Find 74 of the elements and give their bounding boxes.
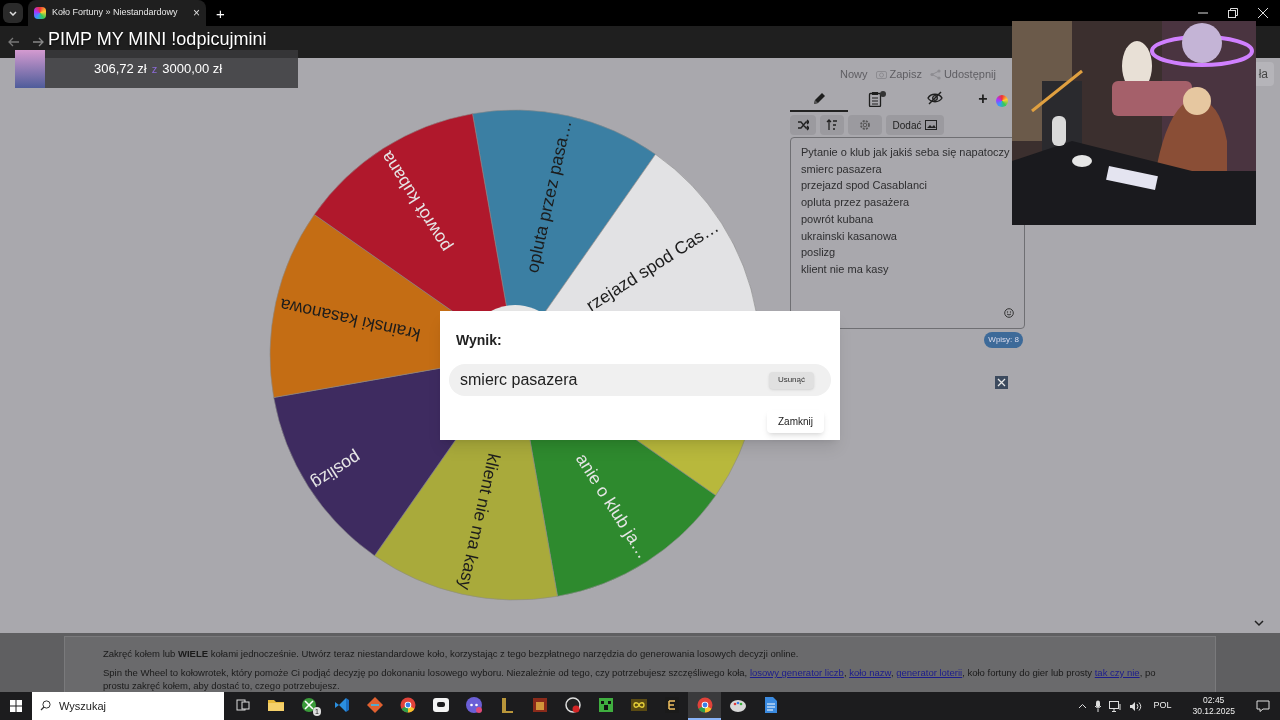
language-indicator[interactable]: POL xyxy=(1153,699,1172,713)
restore-icon[interactable] xyxy=(1228,8,1238,18)
back-icon[interactable] xyxy=(8,36,20,48)
dialog-title: Wynik: xyxy=(456,331,503,350)
editor-tab[interactable]: + xyxy=(972,90,994,112)
color-wheel-icon[interactable] xyxy=(996,95,1008,107)
entry-line: smierc pasazera xyxy=(801,161,883,177)
share-icon xyxy=(929,68,941,80)
search-field[interactable]: Wyszukaj xyxy=(32,692,224,720)
shuffle-icon xyxy=(797,119,809,131)
app-icon xyxy=(695,696,714,714)
notifications-icon[interactable] xyxy=(1256,700,1270,712)
entry-line: klient nie ma kasy xyxy=(801,261,890,277)
chevron-up-icon[interactable] xyxy=(1078,703,1088,709)
close-button[interactable]: Zamknij xyxy=(767,410,824,433)
stream-title: PIMP MY MINI !odpicujmini xyxy=(48,28,267,51)
close-icon[interactable] xyxy=(1258,8,1268,18)
wheel-label: klient nie ma kasy xyxy=(454,451,505,592)
goal-current-amount: 306,72 zł xyxy=(94,60,147,79)
camera-icon xyxy=(875,68,887,80)
app-icon xyxy=(596,696,615,714)
entry-line: przejazd spod Casablanci xyxy=(801,178,928,194)
new-tab-button[interactable]: + xyxy=(216,5,225,21)
app-icon xyxy=(299,696,318,714)
wheel-label: opluta przez pasa… xyxy=(522,118,576,275)
gear-icon xyxy=(859,119,871,131)
entry-line: ukrainski kasanowa xyxy=(801,228,898,244)
favicon-icon xyxy=(34,7,46,19)
entry-line: powrót kubana xyxy=(801,211,875,227)
tab-close-button[interactable]: × xyxy=(193,7,200,19)
entry-count-badge: Wpisy: 8 xyxy=(984,332,1023,348)
app-icon xyxy=(563,696,582,714)
app-icon xyxy=(431,696,450,714)
goal-separator: z xyxy=(151,61,158,77)
pencil-icon xyxy=(812,90,826,107)
toolbar-button[interactable]: Dodać xyxy=(886,115,944,135)
close-icon[interactable] xyxy=(995,376,1008,389)
toolbar-button[interactable] xyxy=(820,115,844,135)
eye-slash-icon xyxy=(927,90,943,107)
clock[interactable]: 02:45 30.12.2025 xyxy=(1192,695,1235,717)
entry-line: Pytanie o klub jak jakiś seba się napatoczy xyxy=(801,145,1011,160)
microphone-icon[interactable] xyxy=(1094,700,1103,712)
goal-bar xyxy=(15,50,45,88)
app-icon xyxy=(530,696,549,714)
chevron-down-icon[interactable] xyxy=(1254,620,1264,627)
image-icon xyxy=(925,119,938,131)
search-icon xyxy=(40,700,51,711)
forward-icon[interactable] xyxy=(32,36,44,48)
app-icon xyxy=(365,696,384,714)
app-icon xyxy=(398,696,417,714)
entry-line: poslizg xyxy=(801,245,837,261)
app-icon xyxy=(332,696,351,714)
windows-icon[interactable] xyxy=(10,700,22,712)
description-text: Zakręć kołem lub WIELE kołami jednocześnie. Utwórz teraz niestandardowe koło, korzystając z tego bezpłatnego narzędzia do generowania losowych decyzji online. xyxy=(103,647,800,660)
taskbar-app-button[interactable] xyxy=(688,692,721,720)
remove-button[interactable]: Usunąć xyxy=(768,371,814,389)
speaker-icon[interactable] xyxy=(1129,700,1143,712)
app-icon xyxy=(464,696,483,714)
result-text: smierc pasazera xyxy=(460,370,578,390)
goal-target-amount: 3000,00 zł xyxy=(162,60,223,79)
toolbar-button[interactable] xyxy=(790,115,816,135)
app-icon xyxy=(233,696,252,714)
chevron-down-icon xyxy=(9,10,17,16)
network-icon[interactable] xyxy=(1109,700,1123,712)
tab-list-button[interactable] xyxy=(3,3,23,23)
description-text: Spin the Wheel to kołowrotek, który pomoże Ci podjąć decyzję po dokonaniu losowego wyboru. Niezależnie od tego, czy potrzebujesz szczęśliwego koła, losowy generator liczb, koło nazw, generator loterii, koło fortuny do gier lub prosty tak czy nie, po prostu zakręć kołem, aby dostać to, czego potrzebujesz. xyxy=(103,666,1157,692)
app-icon xyxy=(629,696,648,714)
entry-line: opluta przez pasażera xyxy=(801,195,911,211)
emoji-icon[interactable] xyxy=(1004,308,1014,318)
editor-tab[interactable] xyxy=(790,90,848,112)
browser-tab[interactable]: Koło Fortuny » Niestandardowy × xyxy=(28,0,206,26)
tab-title: Koło Fortuny » Niestandardowy xyxy=(52,6,179,20)
clipboard-icon xyxy=(868,90,886,107)
sort-icon xyxy=(826,119,838,131)
